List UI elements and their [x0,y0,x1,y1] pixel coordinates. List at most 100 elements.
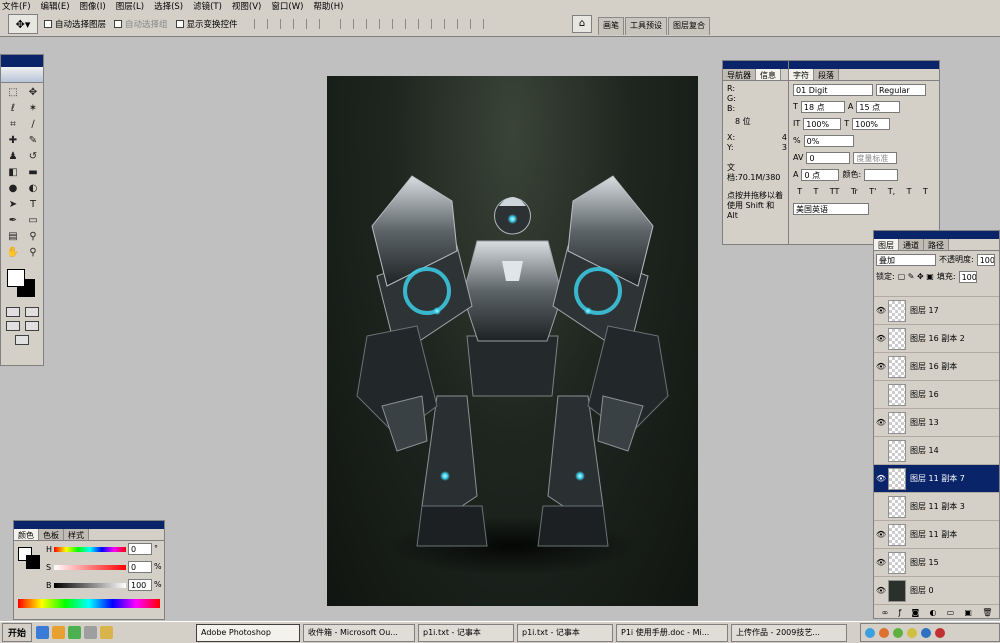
leading-field[interactable]: 15 点 [856,100,901,113]
align-buttons[interactable] [253,19,332,29]
tray-icon-1[interactable] [865,627,875,638]
tab-channels[interactable]: 通道 [899,239,924,250]
taskbar-button[interactable]: 收件箱 - Microsoft Ou... [303,623,416,642]
layer-row[interactable]: 图层 14 [874,437,999,465]
adobe-feather-logo[interactable] [1,67,43,83]
move-tool-preset-button[interactable]: ✥▾ [8,14,38,34]
eyedropper-tool-icon[interactable]: ⚲ [23,229,43,245]
strikethrough-button[interactable]: T [923,187,928,196]
folder-icon[interactable] [100,626,114,639]
menu-item-1[interactable]: 编辑(E) [41,0,70,12]
clone-stamp-tool-icon[interactable]: ♟ [3,149,23,165]
tab-navigator[interactable]: 导航器 [723,69,756,80]
layer-row[interactable]: 图层 11 副本 3 [874,493,999,521]
tray-icon-3[interactable] [893,627,903,638]
taskbar-button[interactable]: p1i.txt - 记事本 [418,623,515,642]
lasso-tool-icon[interactable]: ℓ [3,101,23,117]
opacity-field[interactable]: 100% [976,253,995,266]
menu-item-4[interactable]: 选择(S) [154,0,183,12]
tab-color[interactable]: 颜色 [14,529,39,540]
taskbar-button[interactable]: Adobe Photoshop [196,623,301,642]
faux-bold-button[interactable]: T [797,187,802,196]
show-transform-checkbox[interactable] [175,20,184,28]
distribute-buttons[interactable] [339,19,496,29]
new-layer-icon[interactable]: ▣ [964,608,972,617]
color-ramp[interactable] [18,599,160,608]
horizontal-scale-field[interactable]: 100% [852,117,891,130]
magic-wand-tool-icon[interactable]: ✶ [23,101,43,117]
tray-icon-6[interactable] [935,627,945,638]
tsume-field[interactable]: 0% [803,134,854,147]
gradient-tool-icon[interactable]: ▬ [23,165,43,181]
zoom-tool-icon[interactable]: ⚲ [23,245,43,261]
tab-layers[interactable]: 图层 [874,239,899,250]
new-group-icon[interactable]: ▭ [947,608,955,617]
vertical-scale-field[interactable]: 100% [803,117,842,130]
subscript-button[interactable]: T, [888,187,895,196]
pen-tool-icon[interactable]: ✒ [3,213,23,229]
hand-tool-icon[interactable]: ✋ [3,245,23,261]
delete-layer-icon[interactable]: 🗑 [982,608,992,617]
tab-swatches[interactable]: 色板 [39,529,64,540]
tab-character[interactable]: 字符 [789,69,814,80]
color-swatches[interactable] [3,267,41,301]
all-caps-button[interactable]: TT [830,187,840,196]
color-panel-titlebar[interactable] [14,521,164,529]
layer-row[interactable]: 👁 图层 11 副本 [874,521,999,549]
healing-brush-tool-icon[interactable]: ✚ [3,133,23,149]
menu-item-2[interactable]: 图像(I) [80,0,106,12]
font-style-select[interactable]: Regular [876,83,926,96]
visibility-eye-icon[interactable]: 👁 [874,334,888,343]
type-tool-icon[interactable]: T [23,197,43,213]
tab-styles[interactable]: 样式 [64,529,89,540]
type-style-buttons[interactable]: T T TT Tr T' T, T T [789,183,939,200]
text-color-swatch[interactable] [864,168,899,181]
tracking-mode-field[interactable]: 度量标准 [853,151,898,164]
visibility-eye-icon[interactable]: 👁 [874,474,888,483]
tab-tool-presets[interactable]: 工具预设 [625,17,667,35]
lock-icons[interactable]: ▢ ✎ ✥ ▣ [898,272,934,281]
menu-item-7[interactable]: 窗口(W) [271,0,303,12]
dodge-tool-icon[interactable]: ◐ [23,181,43,197]
kerning-field[interactable]: 0 [806,151,851,164]
tray-icon-2[interactable] [879,627,889,638]
foreground-color-swatch[interactable] [7,269,25,287]
link-layers-icon[interactable]: ∞ [882,608,889,617]
tray-icon-5[interactable] [921,627,931,638]
start-button[interactable]: 开始 [2,623,33,642]
menu-item-0[interactable]: 文件(F) [2,0,31,12]
auto-select-group-checkbox[interactable] [114,20,123,28]
font-family-select[interactable]: 01 Digit [793,83,873,96]
layer-row[interactable]: 👁 图层 13 [874,409,999,437]
brush-tool-icon[interactable]: ✎ [23,133,43,149]
quick-mask-mode-icon[interactable] [24,307,39,317]
layers-panel-titlebar[interactable] [874,231,999,239]
underline-button[interactable]: T [907,187,912,196]
language-select[interactable]: 美国英语 [793,202,869,215]
taskbar-button[interactable]: 上传作品 - 2009技艺... [731,623,848,642]
document-canvas[interactable] [327,76,698,606]
tray-icon-4[interactable] [907,627,917,638]
layer-row[interactable]: 图层 16 [874,381,999,409]
saturation-slider[interactable] [54,565,126,570]
jump-to-imageready-icon[interactable] [15,335,29,345]
visibility-eye-icon[interactable]: 👁 [874,306,888,315]
layer-row-partial[interactable] [874,285,999,297]
visibility-eye-icon[interactable]: 👁 [874,586,888,595]
adjustment-layer-icon[interactable]: ◐ [929,608,936,617]
blur-tool-icon[interactable]: ● [3,181,23,197]
marquee-tool-icon[interactable]: ⬚ [3,85,23,101]
tab-layer-comps[interactable]: 图层复合 [668,17,710,35]
eraser-tool-icon[interactable]: ◧ [3,165,23,181]
slice-tool-icon[interactable]: ∕ [23,117,43,133]
brightness-slider[interactable] [54,583,126,588]
notes-tool-icon[interactable]: ▤ [3,229,23,245]
taskbar-button[interactable]: P1i 使用手册.doc - Mi... [616,623,729,642]
visibility-eye-icon[interactable]: 👁 [874,530,888,539]
file-browser-icon[interactable]: ⌂ [572,15,592,33]
quicklaunch-icon-2[interactable] [52,626,66,639]
move-tool-icon[interactable]: ✥ [23,85,43,101]
screen-mode-full-icon[interactable] [24,321,39,331]
history-brush-tool-icon[interactable]: ↺ [23,149,43,165]
visibility-eye-icon[interactable]: 👁 [874,418,888,427]
